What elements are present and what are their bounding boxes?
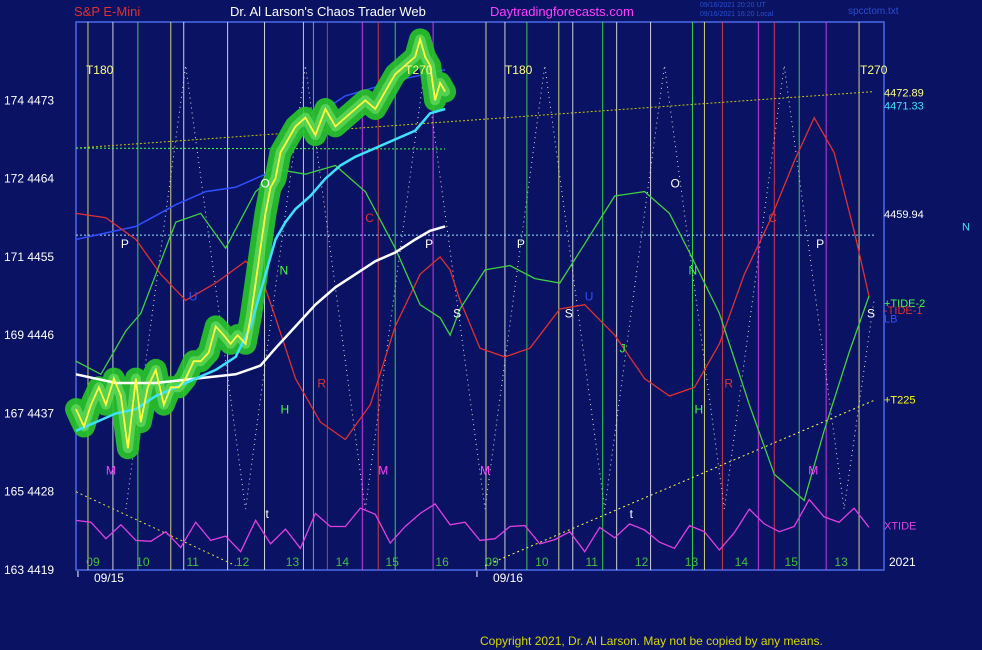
planet-letter-20: M bbox=[480, 463, 490, 477]
x-tick-label-10: 11 bbox=[585, 555, 598, 569]
x-tick-label-3: 12 bbox=[236, 555, 250, 569]
tide1-line bbox=[75, 116, 870, 441]
planet-letter-14: N bbox=[688, 263, 697, 277]
year-label: 2021 bbox=[889, 555, 916, 569]
planet-letter-8: S bbox=[867, 307, 875, 321]
xtide-line bbox=[75, 498, 870, 553]
x-tick-label-1: 10 bbox=[136, 555, 150, 569]
y-tick-label-6: 163 4419 bbox=[4, 563, 54, 577]
site-link[interactable]: Daytradingforecasts.com bbox=[490, 4, 634, 19]
planet-letter-15: H bbox=[280, 402, 289, 416]
x-tick-label-0: 09 bbox=[86, 555, 100, 569]
planet-letter-18: M bbox=[106, 463, 116, 477]
planet-letter-22: U bbox=[189, 289, 198, 303]
planet-letter-17: J bbox=[620, 342, 626, 356]
trend-line-left bbox=[75, 491, 236, 567]
x-tick-label-4: 13 bbox=[286, 555, 300, 569]
x-tick-label-6: 15 bbox=[386, 555, 400, 569]
planet-letter-9: C bbox=[365, 211, 374, 225]
timestamp-ut: 09/16/2021 20:20 UT bbox=[700, 2, 766, 9]
y-tick-label-4: 167 4437 bbox=[4, 406, 54, 420]
planet-letter-6: S bbox=[453, 307, 461, 321]
timestamp-local: 09/16/2021 16:20 Local bbox=[700, 11, 774, 18]
cycle-label-0: T180 bbox=[86, 63, 114, 77]
cycle-label-2: T180 bbox=[505, 63, 533, 77]
planet-letter-2: P bbox=[425, 237, 433, 251]
planet-letter-5: P bbox=[816, 237, 824, 251]
planet-letter-16: H bbox=[694, 402, 703, 416]
planet-letter-13: N bbox=[279, 263, 288, 277]
planet-letter-0: P bbox=[121, 237, 129, 251]
right-label-2: 4459.94 bbox=[884, 209, 924, 221]
right-label-1: 4471.33 bbox=[884, 101, 924, 113]
right-label-0: 4472.89 bbox=[884, 87, 924, 99]
right-label-5: LB bbox=[884, 314, 897, 326]
chart-svg: 174 4473 172 4464 171 4455 169 4446 167 4437… bbox=[4, 21, 970, 585]
planet-letter-4: O bbox=[671, 176, 680, 190]
planet-letter-11: R bbox=[317, 376, 326, 390]
planet-letter-23: U bbox=[585, 289, 594, 303]
x-tick-label-15: 13 bbox=[834, 555, 848, 569]
planet-letter-12: R bbox=[724, 376, 733, 390]
planet-letter-10: C bbox=[768, 211, 777, 225]
x-tick-label-8: 09 bbox=[485, 555, 499, 569]
x-tick-label-12: 13 bbox=[685, 555, 699, 569]
x-tick-label-11: 12 bbox=[635, 555, 649, 569]
data-file-label: spcctom.txt bbox=[848, 6, 899, 17]
x-tick-label-13: 14 bbox=[735, 555, 749, 569]
dotted-wave bbox=[125, 65, 875, 510]
right-label-7: XTIDE bbox=[884, 521, 916, 533]
x-tick-label-2: 11 bbox=[186, 555, 199, 569]
right-label-6: +T225 bbox=[884, 395, 916, 407]
chart-title: Dr. Al Larson's Chaos Trader Web bbox=[230, 4, 426, 19]
planet-letter-25: t bbox=[630, 507, 634, 521]
y-tick-label-3: 169 4446 bbox=[4, 328, 54, 342]
x-tick-label-5: 14 bbox=[336, 555, 350, 569]
planet-letter-21: M bbox=[808, 463, 818, 477]
y-tick-label-0: 174 4473 bbox=[4, 93, 54, 107]
date-label-1: 09/16 bbox=[493, 571, 523, 585]
level-line-green bbox=[75, 147, 446, 150]
x-tick-label-14: 15 bbox=[785, 555, 799, 569]
cycle-label-1: T270 bbox=[405, 63, 433, 77]
tide2-line bbox=[75, 164, 870, 502]
planet-letter-7: S bbox=[565, 307, 573, 321]
date-label-0: 09/15 bbox=[94, 571, 124, 585]
x-tick-label-9: 10 bbox=[535, 555, 549, 569]
copyright-notice: Copyright 2021, Dr. Al Larson. May not b… bbox=[480, 634, 823, 648]
far-right-label: N bbox=[962, 221, 970, 233]
planet-letter-3: P bbox=[517, 237, 525, 251]
y-tick-label-5: 165 4428 bbox=[4, 485, 54, 499]
level-line-upper bbox=[75, 91, 875, 149]
x-tick-label-7: 16 bbox=[435, 555, 449, 569]
planet-letter-1: O bbox=[261, 176, 270, 190]
planet-letter-24: t bbox=[266, 507, 270, 521]
y-tick-label-2: 171 4455 bbox=[4, 250, 54, 264]
symbol-label: S&P E-Mini bbox=[74, 4, 141, 19]
planet-letter-19: M bbox=[378, 463, 388, 477]
y-tick-label-1: 172 4464 bbox=[4, 172, 54, 186]
cycle-label-3: T270 bbox=[860, 63, 888, 77]
